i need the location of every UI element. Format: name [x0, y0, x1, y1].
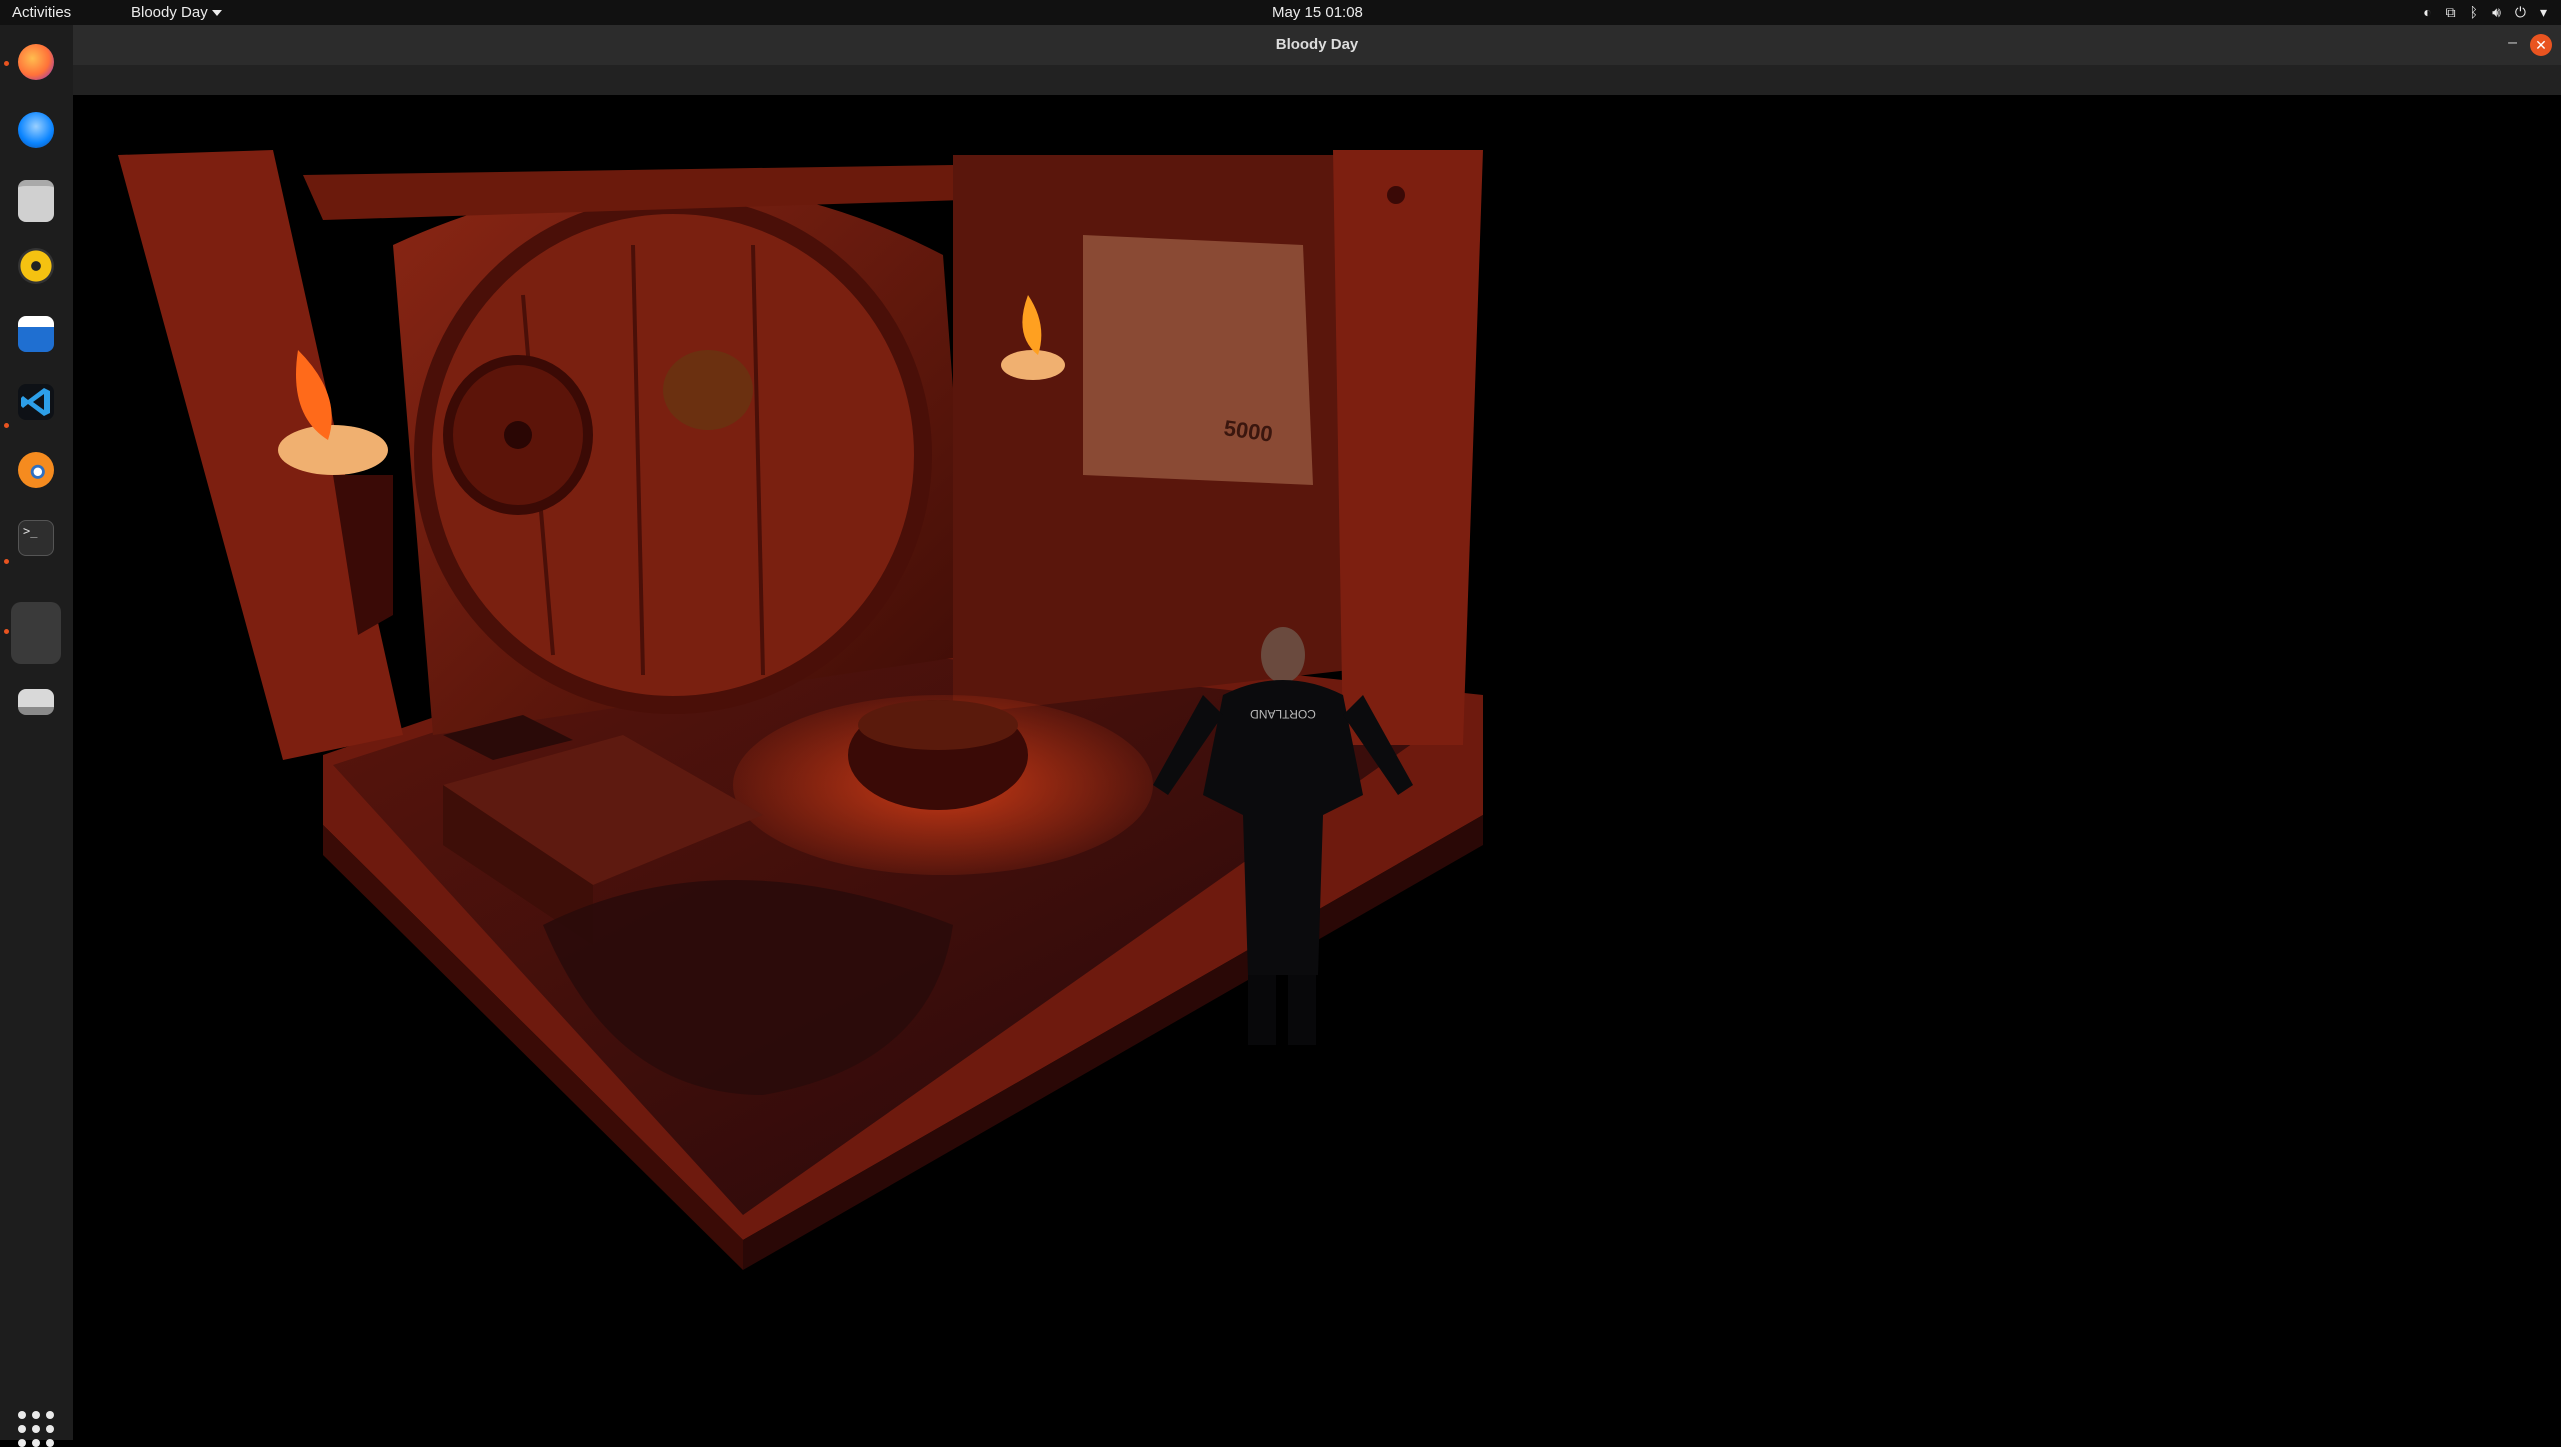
firefox-icon: [18, 44, 54, 80]
dock-rhythmbox[interactable]: [11, 241, 61, 291]
app-menu[interactable]: Bloody Day: [131, 4, 222, 21]
character-left-leg: [1248, 975, 1276, 1045]
shield-boss: [504, 421, 532, 449]
wanted-poster: [1083, 235, 1313, 485]
apps-grid-dot: [32, 1425, 40, 1433]
chevron-down-icon[interactable]: ▾: [2540, 4, 2547, 20]
apps-grid-dot: [18, 1411, 26, 1419]
drive-icon: [18, 689, 54, 715]
running-indicator: [4, 629, 9, 634]
character-head: [1261, 627, 1305, 683]
show-apps-button[interactable]: [18, 1411, 54, 1447]
dock-blender[interactable]: [11, 445, 61, 495]
close-button[interactable]: ✕: [2530, 34, 2552, 56]
dock-vscode[interactable]: [11, 377, 61, 427]
writer-icon: [18, 316, 54, 352]
apps-grid-dot: [18, 1439, 26, 1447]
volume-icon[interactable]: 🔊︎: [2492, 4, 2501, 20]
dock-game-window[interactable]: [11, 602, 61, 664]
apps-grid-dot: [18, 1425, 26, 1433]
bluetooth-icon[interactable]: ᛒ: [2470, 4, 2478, 20]
files-icon: [18, 180, 54, 222]
apps-grid-dot: [46, 1439, 54, 1447]
apps-grid-dot: [46, 1425, 54, 1433]
cauldron-rim: [858, 700, 1018, 750]
pillar-rivet: [1387, 186, 1405, 204]
rhythmbox-icon: [18, 248, 54, 284]
chevron-down-icon: [211, 10, 222, 17]
character-right-leg: [1288, 975, 1316, 1045]
running-indicator: [4, 423, 9, 428]
back-wall: 5000: [953, 155, 1393, 715]
dock-drive[interactable]: [11, 677, 61, 727]
top-bar: Activities Bloody Day May 15 01:08 ◐ ⧉ ᛒ…: [0, 0, 2561, 25]
apps-grid-dot: [32, 1411, 40, 1419]
game-window-icon: [18, 609, 54, 645]
network-icon[interactable]: ⧉: [2446, 4, 2456, 20]
clock[interactable]: May 15 01:08: [1272, 4, 1363, 21]
apps-grid-dot: [46, 1411, 54, 1419]
blender-icon: [18, 452, 54, 488]
right-pillar: [1333, 150, 1483, 745]
running-indicator: [4, 61, 9, 66]
thunderbird-icon: [18, 112, 54, 148]
dock-files[interactable]: [11, 173, 61, 223]
dock: >_: [0, 25, 74, 1447]
apps-grid-dot: [32, 1439, 40, 1447]
dock-thunderbird[interactable]: [11, 105, 61, 155]
jacket-text: CORTLAND: [1250, 707, 1316, 721]
dock-terminal[interactable]: >_: [11, 513, 61, 563]
dock-writer[interactable]: [11, 309, 61, 359]
system-tray[interactable]: ◐ ⧉ ᛒ 🔊︎ ⏻ ▾: [2423, 4, 2547, 20]
horned-helmet: [663, 350, 753, 430]
power-icon[interactable]: ⏻: [2515, 4, 2526, 20]
app-menu-label: Bloody Day: [131, 4, 208, 21]
vscode-icon: [18, 384, 54, 420]
activities-button[interactable]: Activities: [12, 4, 71, 21]
game-scene: 5000 CORTLAND: [118, 150, 1483, 1270]
steam-icon[interactable]: ◐: [2423, 4, 2431, 20]
running-indicator: [4, 559, 9, 564]
dock-firefox[interactable]: [11, 37, 61, 87]
window-strip: [73, 65, 2561, 95]
window-titlebar[interactable]: Bloody Day – ✕: [73, 25, 2561, 65]
window-title: Bloody Day: [1275, 36, 1359, 53]
terminal-icon: >_: [18, 520, 54, 556]
minimize-button[interactable]: –: [2508, 34, 2517, 52]
game-window[interactable]: Bloody Day – ✕ 5000 CORTLAND: [73, 25, 2561, 1440]
game-viewport[interactable]: 5000 CORTLAND: [73, 95, 2561, 1440]
